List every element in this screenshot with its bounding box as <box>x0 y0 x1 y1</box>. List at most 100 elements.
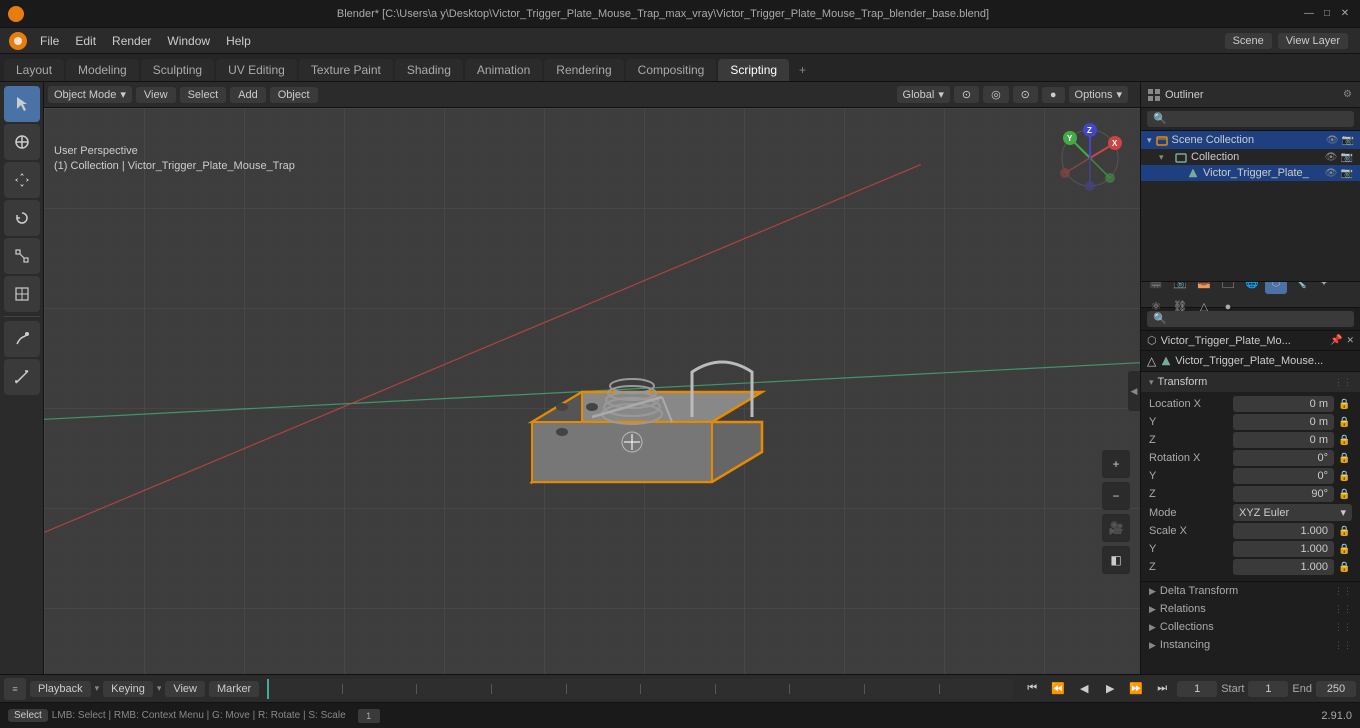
tab-shading[interactable]: Shading <box>395 59 463 81</box>
pin-button[interactable]: 📌 <box>1330 335 1342 346</box>
prop-icon-object[interactable]: ⬡ <box>1265 282 1287 294</box>
prop-icon-render[interactable]: 📷 <box>1169 282 1191 294</box>
tool-rotate[interactable] <box>4 200 40 236</box>
tool-select[interactable] <box>4 86 40 122</box>
location-y-value[interactable]: 0 m <box>1233 414 1334 430</box>
transform-section-header[interactable]: ▾ Transform ⋮⋮ <box>1141 372 1360 392</box>
scale-z-value[interactable]: 1.000 <box>1233 559 1334 575</box>
view-menu[interactable]: View <box>136 87 176 103</box>
prop-icon-output[interactable]: 📤 <box>1193 282 1215 294</box>
maximize-button[interactable]: □ <box>1320 7 1334 21</box>
tab-compositing[interactable]: Compositing <box>626 59 717 81</box>
rotation-y-lock[interactable]: 🔒 <box>1338 471 1352 482</box>
jump-end-button[interactable]: ⏭ <box>1151 678 1173 700</box>
tool-move[interactable] <box>4 162 40 198</box>
menu-file[interactable]: File <box>32 32 67 50</box>
current-frame-input[interactable]: 1 <box>1177 681 1217 697</box>
rotation-z-value[interactable]: 90° <box>1233 486 1334 502</box>
menu-render[interactable]: Render <box>104 32 159 50</box>
play-back-button[interactable]: ◀ <box>1073 678 1095 700</box>
prop-icon-viewlayer[interactable]: 🗂 <box>1217 282 1239 294</box>
rotation-mode-dropdown[interactable]: XYZ Euler ▾ <box>1233 504 1352 521</box>
scale-x-value[interactable]: 1.000 <box>1233 523 1334 539</box>
rotation-z-lock[interactable]: 🔒 <box>1338 489 1352 500</box>
zoom-out-button[interactable]: − <box>1102 482 1130 510</box>
collections-section[interactable]: ▶ Collections ⋮⋮ <box>1141 618 1360 636</box>
tab-sculpting[interactable]: Sculpting <box>141 59 214 81</box>
tool-transform[interactable] <box>4 276 40 312</box>
prev-keyframe-button[interactable]: ⏪ <box>1047 678 1069 700</box>
blender-logo[interactable] <box>4 28 32 54</box>
scene-selector[interactable]: Scene <box>1225 33 1272 49</box>
toggle-panel-button[interactable]: ◧ <box>1102 546 1130 574</box>
victor-eye-icon[interactable]: 👁 <box>1324 168 1338 179</box>
tab-modeling[interactable]: Modeling <box>66 59 139 81</box>
start-frame-input[interactable]: 1 <box>1248 681 1288 697</box>
end-frame-input[interactable]: 250 <box>1316 681 1356 697</box>
tab-animation[interactable]: Animation <box>465 59 542 81</box>
tab-layout[interactable]: Layout <box>4 59 64 81</box>
overlay-toggle[interactable]: ⊙ <box>1013 86 1038 103</box>
camera-view-button[interactable]: 🎥 <box>1102 514 1130 542</box>
collapse-panel-button[interactable]: ◀ <box>1128 371 1140 411</box>
location-y-lock[interactable]: 🔒 <box>1338 417 1352 428</box>
relations-section[interactable]: ▶ Relations ⋮⋮ <box>1141 600 1360 618</box>
prop-icon-modifier[interactable]: 🔧 <box>1289 282 1311 294</box>
transform-orientation[interactable]: Global ▾ <box>897 86 950 103</box>
close-button[interactable]: ✕ <box>1338 7 1352 21</box>
tab-uv-editing[interactable]: UV Editing <box>216 59 297 81</box>
menu-window[interactable]: Window <box>159 32 218 50</box>
object-mode-dropdown[interactable]: Object Mode ▾ <box>48 86 132 103</box>
scale-x-lock[interactable]: 🔒 <box>1338 526 1352 537</box>
outliner-item-victor[interactable]: ▶ Victor_Trigger_Plate_ 👁 📷 <box>1141 165 1360 181</box>
collection-eye-icon[interactable]: 👁 <box>1324 152 1338 163</box>
scale-y-value[interactable]: 1.000 <box>1233 541 1334 557</box>
location-x-lock[interactable]: 🔒 <box>1338 399 1352 410</box>
tool-measure[interactable] <box>4 359 40 395</box>
outliner-search-input[interactable] <box>1147 111 1354 127</box>
add-menu[interactable]: Add <box>230 87 266 103</box>
scale-z-lock[interactable]: 🔒 <box>1338 562 1352 573</box>
location-z-value[interactable]: 0 m <box>1233 432 1334 448</box>
tool-cursor[interactable] <box>4 124 40 160</box>
timeline-menu-btn[interactable]: ≡ <box>4 678 26 700</box>
rotation-y-value[interactable]: 0° <box>1233 468 1334 484</box>
properties-search-input[interactable] <box>1147 311 1354 327</box>
marker-menu[interactable]: Marker <box>209 681 259 697</box>
victor-camera-icon[interactable]: 📷 <box>1340 168 1354 179</box>
collection-camera-icon[interactable]: 📷 <box>1340 152 1354 163</box>
viewport-canvas[interactable]: User Perspective (1) Collection | Victor… <box>44 108 1140 674</box>
location-z-lock[interactable]: 🔒 <box>1338 435 1352 446</box>
playback-menu[interactable]: Playback <box>30 681 91 697</box>
jump-start-button[interactable]: ⏮ <box>1021 678 1043 700</box>
keying-menu[interactable]: Keying <box>103 681 153 697</box>
tool-scale[interactable] <box>4 238 40 274</box>
options-menu[interactable]: Options ▾ <box>1069 86 1128 103</box>
prop-icon-scene[interactable]: 🎬 <box>1145 282 1167 294</box>
tab-rendering[interactable]: Rendering <box>544 59 623 81</box>
minimize-button[interactable]: — <box>1302 7 1316 21</box>
outliner-filter-button[interactable]: ⚙ <box>1341 87 1354 102</box>
location-x-value[interactable]: 0 m <box>1233 396 1334 412</box>
prop-icon-particles[interactable]: ✦ <box>1313 282 1335 294</box>
zoom-in-button[interactable]: + <box>1102 450 1130 478</box>
outliner-item-collection[interactable]: ▾ Collection 👁 📷 <box>1141 149 1360 165</box>
fake-user-button[interactable]: ✕ <box>1346 335 1354 346</box>
view-layer-selector[interactable]: View Layer <box>1278 33 1348 49</box>
timeline-scrubber[interactable] <box>267 679 1013 699</box>
add-workspace-button[interactable]: + <box>791 59 814 81</box>
tab-texture-paint[interactable]: Texture Paint <box>299 59 393 81</box>
view-menu-timeline[interactable]: View <box>165 681 205 697</box>
navigation-gizmo[interactable]: X Y Z <box>1050 118 1130 198</box>
viewport-3d[interactable]: Object Mode ▾ View Select Add Object Glo… <box>44 82 1140 674</box>
rotation-x-value[interactable]: 0° <box>1233 450 1334 466</box>
select-menu[interactable]: Select <box>180 87 227 103</box>
menu-help[interactable]: Help <box>218 32 259 50</box>
viewport-shade[interactable]: ● <box>1042 87 1065 103</box>
next-keyframe-button[interactable]: ⏩ <box>1125 678 1147 700</box>
tool-annotate[interactable] <box>4 321 40 357</box>
delta-transform-section[interactable]: ▶ Delta Transform ⋮⋮ <box>1141 582 1360 600</box>
object-menu[interactable]: Object <box>270 87 318 103</box>
play-button[interactable]: ▶ <box>1099 678 1121 700</box>
prop-icon-world[interactable]: 🌐 <box>1241 282 1263 294</box>
